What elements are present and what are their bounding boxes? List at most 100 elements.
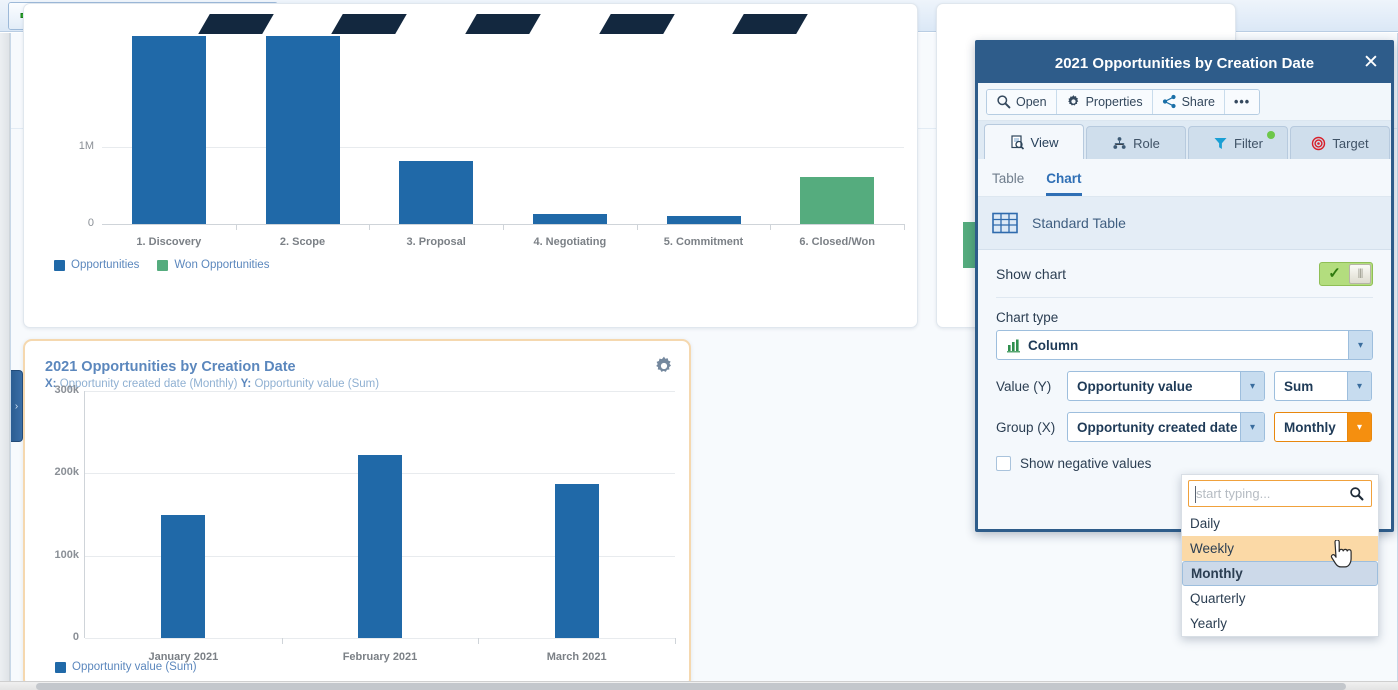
chart-type-select[interactable]: Column ▾	[996, 330, 1373, 360]
subtab-chart[interactable]: Chart	[1046, 171, 1081, 196]
y-axis-tick: 0	[54, 217, 94, 229]
chevron-down-icon: ▾	[1348, 331, 1372, 359]
tab-target[interactable]: Target	[1290, 126, 1390, 159]
more-icon: •••	[1234, 95, 1250, 109]
funnel-stage-marker	[733, 14, 809, 34]
group-x-interval-value: Monthly	[1284, 420, 1336, 435]
creation-sub-x-value: Opportunity created date (Monthly)	[57, 378, 241, 390]
sidebar-expand-handle[interactable]: ›	[11, 370, 23, 442]
x-axis-tickmark	[282, 638, 283, 644]
chart-properties-panel: 2021 Opportunities by Creation Date ✕ Op…	[975, 40, 1394, 532]
close-icon[interactable]: ✕	[1357, 48, 1385, 76]
panel-tab-bar: View Role Filter Target	[978, 121, 1391, 159]
legend-item: Opportunities	[54, 259, 139, 271]
chart-bar[interactable]	[800, 177, 874, 224]
gridline	[85, 638, 675, 639]
x-axis-tick: March 2021	[507, 651, 647, 663]
show-negative-values-row[interactable]: Show negative values	[996, 456, 1373, 471]
show-negative-values-checkbox[interactable]	[996, 456, 1011, 471]
text-caret	[1195, 486, 1196, 503]
standard-table-label: Standard Table	[1032, 215, 1126, 231]
chart-bar[interactable]	[161, 515, 205, 639]
dropdown-option[interactable]: Quarterly	[1182, 586, 1378, 611]
tab-role[interactable]: Role	[1086, 126, 1186, 159]
x-axis-tickmark	[675, 638, 676, 644]
y-axis-tick: 200k	[33, 466, 79, 478]
chevron-down-icon: ▾	[1347, 413, 1371, 441]
value-y-field-select[interactable]: Opportunity value ▾	[1067, 371, 1265, 401]
gear-icon[interactable]	[653, 355, 675, 377]
creation-card-subtitle: X: Opportunity created date (Monthly) Y:…	[45, 378, 379, 390]
creation-sub-y-key: Y:	[241, 378, 252, 390]
value-y-aggregate-value: Sum	[1284, 379, 1313, 394]
panel-action-bar: Open Properties Share •••	[978, 83, 1391, 121]
horizontal-scrollbar[interactable]	[0, 681, 1398, 690]
dropdown-option[interactable]: Weekly	[1182, 536, 1378, 561]
legend-swatch	[55, 662, 66, 673]
x-axis-tick: 5. Commitment	[634, 236, 774, 248]
chart-bar[interactable]	[399, 161, 473, 224]
dropdown-option[interactable]: Daily	[1182, 511, 1378, 536]
tab-view-label: View	[1031, 135, 1059, 150]
panel-title: 2021 Opportunities by Creation Date	[1055, 55, 1314, 72]
chart-type-label: Chart type	[996, 310, 1373, 325]
chart-bar[interactable]	[132, 36, 206, 224]
tab-view[interactable]: View	[984, 124, 1084, 159]
value-y-field-value: Opportunity value	[1077, 379, 1193, 394]
properties-label: Properties	[1086, 95, 1143, 109]
x-axis-tick: 3. Proposal	[366, 236, 506, 248]
x-axis-tick: February 2021	[310, 651, 450, 663]
tab-filter-label: Filter	[1234, 136, 1263, 151]
show-chart-row: Show chart ✓ |||	[996, 250, 1373, 298]
funnel-chart-card[interactable]: 01M1. Discovery2. Scope3. Proposal4. Neg…	[23, 3, 918, 328]
open-label: Open	[1016, 95, 1047, 109]
legend-label: Opportunities	[71, 259, 139, 271]
group-x-interval-select[interactable]: Monthly ▾	[1274, 412, 1372, 442]
dropdown-option-list: DailyWeeklyMonthlyQuarterlyYearly	[1182, 511, 1378, 636]
chart-bar[interactable]	[358, 455, 402, 638]
legend-label: Opportunity value (Sum)	[72, 661, 197, 673]
chart-bar[interactable]	[667, 216, 741, 224]
legend-swatch	[157, 260, 168, 271]
chart-type-value: Column	[1028, 338, 1078, 353]
y-axis-tick: 300k	[33, 384, 79, 396]
properties-button[interactable]: Properties	[1057, 90, 1153, 114]
tab-role-label: Role	[1133, 136, 1160, 151]
y-axis-tick: 100k	[33, 549, 79, 561]
creation-card-title: 2021 Opportunities by Creation Date	[45, 359, 379, 375]
dropdown-search-box[interactable]: start typing...	[1188, 480, 1372, 507]
gridline	[85, 391, 675, 392]
subtab-table[interactable]: Table	[992, 171, 1024, 196]
x-axis-tick: 1. Discovery	[99, 236, 239, 248]
magnifier-icon	[996, 94, 1011, 109]
chevron-down-icon: ▾	[1347, 372, 1371, 400]
standard-table-row[interactable]: Standard Table	[978, 197, 1391, 250]
x-axis-tick: 2. Scope	[233, 236, 373, 248]
more-button[interactable]: •••	[1225, 90, 1259, 114]
view-doc-icon	[1010, 135, 1025, 150]
share-label: Share	[1182, 95, 1215, 109]
group-x-row: Group (X) Opportunity created date ▾ Mon…	[996, 412, 1373, 442]
chart-bar[interactable]	[555, 484, 599, 638]
show-chart-toggle[interactable]: ✓ |||	[1319, 262, 1373, 286]
horizontal-scrollbar-thumb[interactable]	[36, 683, 1346, 690]
share-button[interactable]: Share	[1153, 90, 1225, 114]
tab-filter[interactable]: Filter	[1188, 126, 1288, 159]
open-button[interactable]: Open	[987, 90, 1057, 114]
value-y-aggregate-select[interactable]: Sum ▾	[1274, 371, 1372, 401]
left-gutter	[0, 33, 10, 681]
view-subtab-bar: Table Chart	[978, 159, 1391, 197]
panel-body: Show chart ✓ ||| Chart type Column ▾ Val…	[978, 250, 1391, 471]
group-x-field-select[interactable]: Opportunity created date ▾	[1067, 412, 1265, 442]
funnel-stage-marker	[198, 14, 274, 34]
group-x-field-value: Opportunity created date	[1077, 420, 1238, 435]
dropdown-option[interactable]: Monthly	[1182, 561, 1378, 586]
panel-action-group: Open Properties Share •••	[986, 89, 1260, 115]
opportunities-by-creation-date-card[interactable]: 2021 Opportunities by Creation Date X: O…	[23, 339, 691, 688]
chart-bar[interactable]	[266, 36, 340, 224]
dropdown-search-placeholder: start typing...	[1196, 486, 1270, 501]
chart-bar[interactable]	[533, 214, 607, 224]
toggle-knob: |||	[1349, 264, 1371, 284]
dropdown-option[interactable]: Yearly	[1182, 611, 1378, 636]
search-icon[interactable]	[1349, 486, 1364, 501]
